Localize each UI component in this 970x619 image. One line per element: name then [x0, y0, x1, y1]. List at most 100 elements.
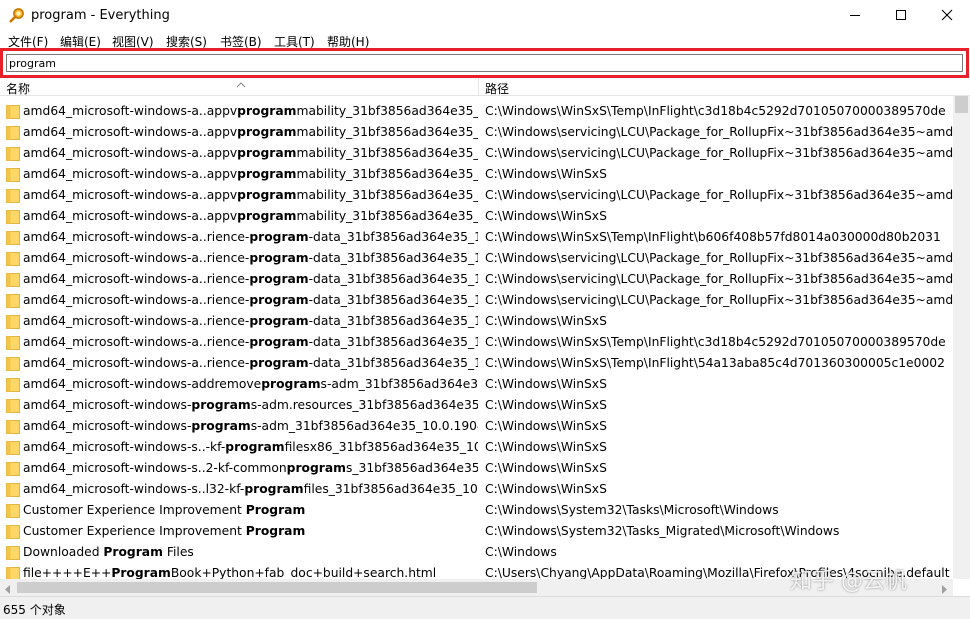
scroll-left-icon[interactable]: [5, 583, 11, 597]
file-path: C:\Windows\WinSxS\Temp\InFlight\54a13aba…: [485, 356, 945, 370]
search-match-highlight: program: [237, 104, 297, 118]
column-divider[interactable]: [478, 78, 479, 95]
folder-icon: [6, 461, 20, 476]
file-name: amd64_microsoft-windows-a..rience-progra…: [23, 293, 478, 307]
result-row[interactable]: amd64_microsoft-windows-s..-kf-programfi…: [0, 437, 953, 458]
result-row[interactable]: amd64_microsoft-windows-a..appvprogramma…: [0, 164, 953, 185]
horizontal-scroll-thumb[interactable]: [17, 582, 537, 593]
file-path: C:\Windows\System32\Tasks\Microsoft\Wind…: [485, 503, 779, 517]
search-highlight-frame: [0, 48, 969, 78]
folder-icon: [6, 545, 20, 560]
file-path: C:\Windows\servicing\LCU\Package_for_Rol…: [485, 146, 953, 160]
result-row[interactable]: Customer Experience Improvement Program C…: [0, 521, 953, 542]
vertical-scroll-thumb[interactable]: [955, 96, 968, 113]
file-name: amd64_microsoft-windows-a..appvprogramma…: [23, 209, 478, 223]
file-path: C:\Windows\System32\Tasks_Migrated\Micro…: [485, 524, 840, 538]
folder-icon: [6, 125, 20, 140]
result-row[interactable]: Customer Experience Improvement Program C…: [0, 500, 953, 521]
file-name: amd64_microsoft-windows-a..rience-progra…: [23, 356, 478, 370]
result-row[interactable]: amd64_microsoft-windows-a..appvprogramma…: [0, 185, 953, 206]
file-path: C:\Windows\WinSxS\Temp\InFlight\b606f408…: [485, 230, 941, 244]
result-row[interactable]: amd64_microsoft-windows-a..rience-progra…: [0, 290, 953, 311]
search-match-highlight: program: [237, 125, 297, 139]
sort-ascending-icon: [236, 78, 246, 91]
name-text: Downloaded: [23, 545, 104, 559]
name-text: Files: [162, 545, 194, 559]
result-row[interactable]: amd64_microsoft-windows-programs-adm.res…: [0, 395, 953, 416]
file-name: amd64_microsoft-windows-a..rience-progra…: [23, 251, 478, 265]
name-text: mability_31bf3856ad364e35_10.0...: [296, 104, 478, 118]
search-input[interactable]: [6, 54, 963, 72]
search-match-highlight: program: [237, 146, 297, 160]
folder-icon: [6, 230, 20, 245]
result-row[interactable]: amd64_microsoft-windows-a..rience-progra…: [0, 332, 953, 353]
result-row[interactable]: amd64_microsoft-windows-addremoveprogram…: [0, 374, 953, 395]
folder-icon: [6, 377, 20, 392]
file-name: amd64_microsoft-windows-s..-kf-programfi…: [23, 440, 478, 454]
file-name: amd64_microsoft-windows-a..rience-progra…: [23, 314, 478, 328]
name-text: amd64_microsoft-windows-a..appv: [23, 146, 238, 160]
result-row[interactable]: Downloaded Program Files C:\Windows: [0, 542, 953, 563]
search-match-highlight: program: [249, 230, 309, 244]
file-path: C:\Windows\WinSxS: [485, 314, 607, 328]
result-row[interactable]: amd64_microsoft-windows-a..rience-progra…: [0, 227, 953, 248]
result-row[interactable]: amd64_microsoft-windows-a..appvprogramma…: [0, 206, 953, 227]
name-text: amd64_microsoft-windows-a..rience-: [23, 272, 250, 286]
search-match-highlight: Program: [111, 566, 171, 579]
result-row[interactable]: amd64_microsoft-windows-a..appvprogramma…: [0, 101, 953, 122]
window-title: program - Everything: [31, 8, 170, 23]
result-row[interactable]: amd64_microsoft-windows-programs-adm_31b…: [0, 416, 953, 437]
minimize-button[interactable]: [832, 0, 878, 31]
file-name: Customer Experience Improvement Program: [23, 524, 478, 538]
close-icon: [941, 9, 953, 21]
file-name: amd64_microsoft-windows-a..appvprogramma…: [23, 125, 478, 139]
result-row[interactable]: amd64_microsoft-windows-a..appvprogramma…: [0, 143, 953, 164]
search-match-highlight: program: [249, 314, 309, 328]
name-text: mability_31bf3856ad364e35_10.0...: [296, 167, 478, 181]
column-header: 名称 路径: [0, 78, 970, 96]
name-text: amd64_microsoft-windows-a..rience-: [23, 335, 250, 349]
search-match-highlight: program: [286, 461, 346, 475]
file-path: C:\Windows\WinSxS: [485, 461, 607, 475]
file-path: C:\Windows\WinSxS: [485, 167, 607, 181]
search-match-highlight: program: [249, 335, 309, 349]
result-row[interactable]: amd64_microsoft-windows-s..2-kf-commonpr…: [0, 458, 953, 479]
close-button[interactable]: [924, 0, 970, 31]
folder-icon: [6, 482, 20, 497]
folder-icon: [6, 524, 20, 539]
file-name: Customer Experience Improvement Program: [23, 503, 478, 517]
column-name[interactable]: 名称: [6, 80, 30, 95]
folder-icon: [6, 188, 20, 203]
column-path[interactable]: 路径: [485, 80, 509, 95]
vertical-scrollbar[interactable]: [953, 96, 970, 579]
name-text: amd64_microsoft-windows-a..appv: [23, 188, 238, 202]
maximize-button[interactable]: [878, 0, 924, 31]
file-path: C:\Windows\WinSxS\Temp\InFlight\c3d18b4c…: [485, 104, 946, 118]
search-match-highlight: program: [249, 356, 309, 370]
name-text: mability_31bf3856ad364e35_10.0...: [296, 146, 478, 160]
result-row[interactable]: amd64_microsoft-windows-a..rience-progra…: [0, 269, 953, 290]
name-text: amd64_microsoft-windows-a..rience-: [23, 356, 250, 370]
scroll-right-icon[interactable]: [941, 583, 947, 597]
result-row[interactable]: amd64_microsoft-windows-a..appvprogramma…: [0, 122, 953, 143]
file-name: amd64_microsoft-windows-s..l32-kf-progra…: [23, 482, 478, 496]
search-match-highlight: program: [261, 377, 321, 391]
name-text: amd64_microsoft-windows-a..appv: [23, 209, 238, 223]
name-text: file++++E++: [23, 566, 112, 579]
search-match-highlight: program: [237, 167, 297, 181]
folder-icon: [6, 251, 20, 266]
result-row[interactable]: amd64_microsoft-windows-s..l32-kf-progra…: [0, 479, 953, 500]
result-row[interactable]: amd64_microsoft-windows-a..rience-progra…: [0, 311, 953, 332]
magnifier-app-icon: [9, 7, 25, 23]
results-list: amd64_microsoft-windows-a..appvprogramma…: [0, 101, 953, 579]
name-text: -data_31bf3856ad364e35_10.0....: [308, 356, 478, 370]
search-match-highlight: program: [191, 419, 251, 433]
result-row[interactable]: amd64_microsoft-windows-a..rience-progra…: [0, 353, 953, 374]
name-text: s-adm_31bf3856ad364e35_10.0.19041.1...: [250, 419, 478, 433]
result-row[interactable]: amd64_microsoft-windows-a..rience-progra…: [0, 248, 953, 269]
name-text: amd64_microsoft-windows-s..-kf-: [23, 440, 226, 454]
name-text: amd64_microsoft-windows-a..rience-: [23, 230, 250, 244]
folder-icon: [6, 272, 20, 287]
watermark: 知乎 @云帆: [790, 569, 907, 594]
name-text: amd64_microsoft-windows-a..appv: [23, 125, 238, 139]
